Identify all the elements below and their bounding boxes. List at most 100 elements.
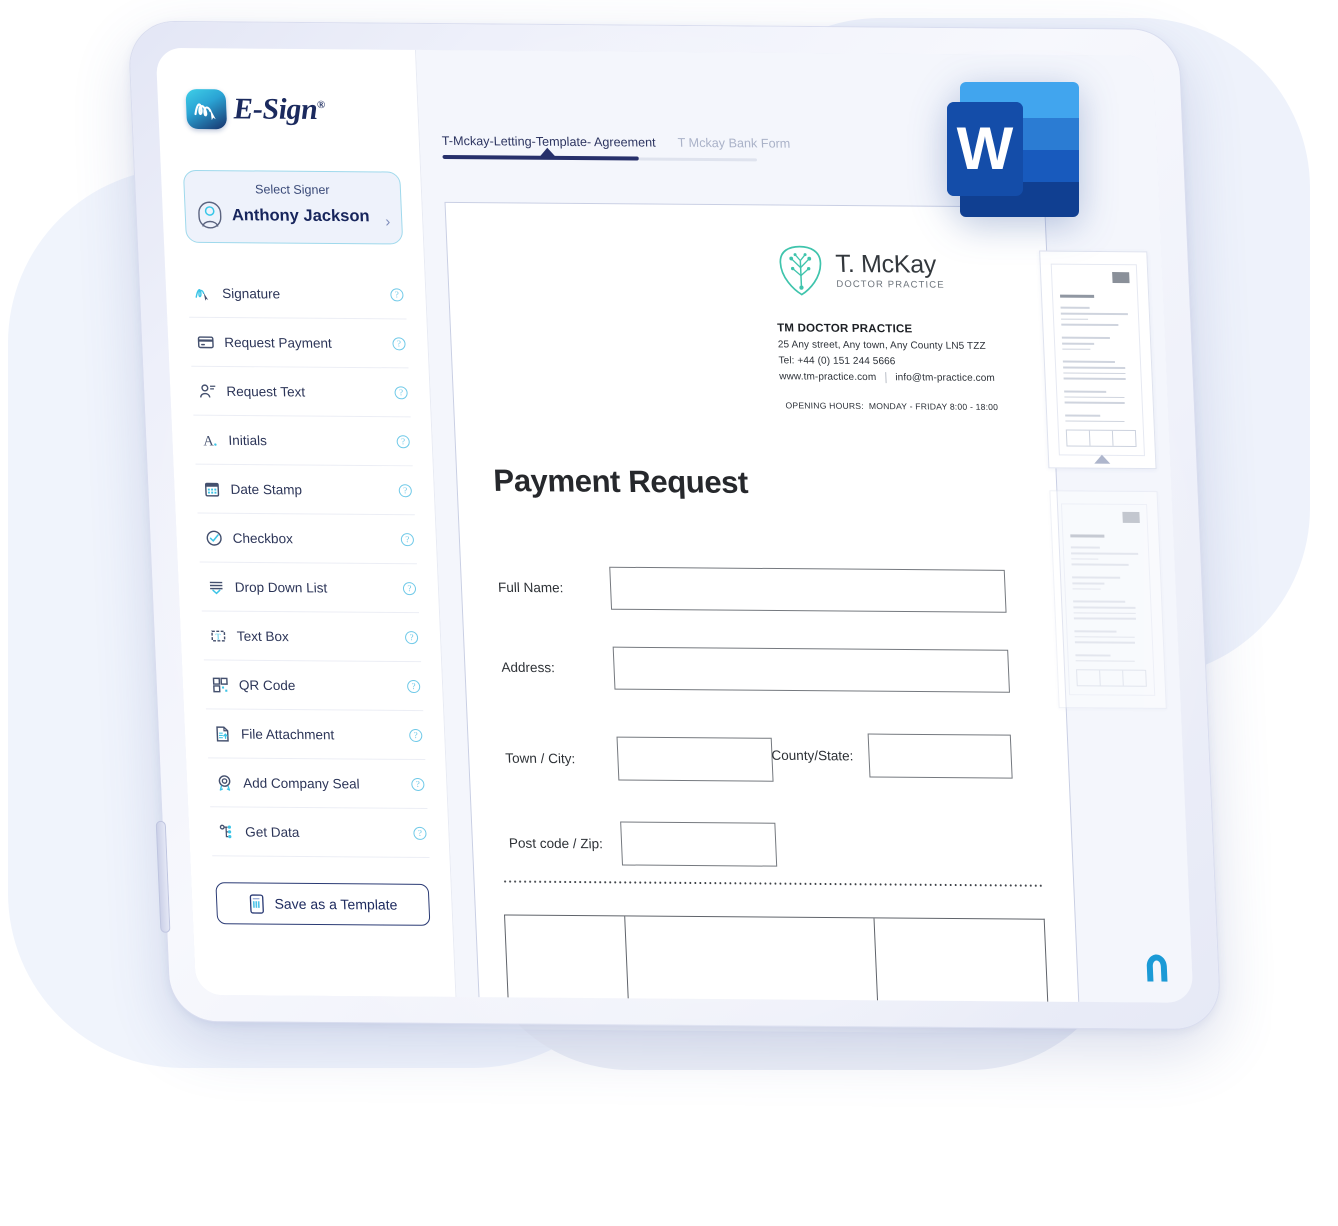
town-city-input[interactable] <box>616 736 774 782</box>
help-icon[interactable]: ? <box>390 287 404 301</box>
tool-item-checkbox[interactable]: Checkbox ? <box>197 513 417 565</box>
tool-label: Initials <box>228 432 268 448</box>
tool-label: Checkbox <box>232 530 294 546</box>
field-label: Full Name: <box>497 579 564 596</box>
file-upload-icon <box>207 724 238 743</box>
tool-item-request-text[interactable]: Request Text ? <box>191 366 411 418</box>
tool-item-date-stamp[interactable]: Date Stamp ? <box>195 464 415 516</box>
help-icon[interactable]: ? <box>396 434 410 448</box>
help-icon[interactable]: ? <box>394 385 408 399</box>
svg-text:T: T <box>215 631 221 641</box>
tool-item-file-attachment[interactable]: File Attachment ? <box>205 709 426 761</box>
help-icon[interactable]: ? <box>408 728 423 742</box>
field-label: Address: <box>501 659 556 676</box>
document-icon <box>249 893 265 914</box>
form-field-address: Address: <box>501 646 1010 693</box>
signer-label: Select Signer <box>254 182 330 197</box>
tool-label: Signature <box>221 285 281 301</box>
tool-item-drop-down-list[interactable]: Drop Down List ? <box>199 562 420 614</box>
tool-label: Drop Down List <box>234 579 328 595</box>
thumbnail-active-caret-icon <box>1093 454 1111 464</box>
letter-a-icon: A <box>194 430 225 449</box>
tool-label: Date Stamp <box>230 481 303 497</box>
page-thumbnail-1[interactable] <box>1039 250 1157 470</box>
tool-item-initials[interactable]: A Initials ? <box>193 415 413 467</box>
tool-list: Signature ? Request Payment ? Request Te… <box>187 268 430 858</box>
calendar-icon <box>196 479 227 498</box>
help-icon[interactable]: ? <box>400 532 415 546</box>
letterhead-telephone: Tel: +44 (0) 151 244 5666 <box>778 355 896 368</box>
signature-icon <box>188 283 219 302</box>
help-icon[interactable]: ? <box>411 777 425 791</box>
text-box-icon: T <box>202 626 233 645</box>
tool-label: File Attachment <box>240 726 335 742</box>
thumbnail-logo <box>1122 511 1140 523</box>
tab-inactive-bar <box>638 156 758 161</box>
tool-item-text-box[interactable]: T Text Box ? <box>201 611 422 663</box>
app-logo-text: E-Sign® <box>232 92 325 126</box>
tool-item-request-payment[interactable]: Request Payment ? <box>189 317 409 369</box>
thumbnail-logo <box>1112 272 1130 284</box>
tool-label: Add Company Seal <box>242 775 360 791</box>
thumbnail-preview <box>1060 503 1156 696</box>
help-icon[interactable]: ? <box>398 483 413 497</box>
check-circle-icon <box>198 528 229 547</box>
microsoft-word-icon[interactable]: W <box>947 82 1079 217</box>
tool-item-signature[interactable]: Signature ? <box>187 268 407 320</box>
letterhead-email: info@tm-practice.com <box>895 372 996 384</box>
person-text-icon <box>192 381 223 400</box>
tool-label: Get Data <box>244 824 300 840</box>
get-data-icon <box>211 822 242 841</box>
tool-item-add-company-seal[interactable]: Add Company Seal ? <box>208 758 428 809</box>
thumbnail-table <box>1076 669 1147 687</box>
app-logo[interactable]: E-Sign® <box>157 82 419 138</box>
tab-indicator-bars <box>442 147 783 162</box>
thumbnail-table <box>1065 429 1137 448</box>
form-field-county-state: County/State: <box>770 733 1013 779</box>
field-label: County/State: <box>771 747 854 763</box>
address-input[interactable] <box>612 646 1010 693</box>
tool-item-qr-code[interactable]: QR Code ? <box>203 660 424 712</box>
qr-code-icon <box>204 675 235 694</box>
tool-item-get-data[interactable]: Get Data ? <box>210 807 430 858</box>
person-icon <box>198 201 222 229</box>
tool-label: Request Payment <box>223 334 333 351</box>
tool-label: Request Text <box>226 383 306 400</box>
help-icon[interactable]: ? <box>392 336 406 350</box>
county-state-input[interactable] <box>867 733 1013 779</box>
letterhead-hours-value: MONDAY - FRIDAY 8:00 - 18:00 <box>868 400 999 412</box>
tab-bank-form[interactable]: T Mckay Bank Form <box>677 136 790 151</box>
letterhead-divider <box>885 372 887 384</box>
help-icon[interactable]: ? <box>413 826 427 840</box>
help-icon[interactable]: ? <box>402 581 417 595</box>
full-name-input[interactable] <box>609 566 1007 613</box>
save-as-template-button[interactable]: Save as a Template <box>215 882 431 926</box>
signer-selector[interactable]: Select Signer Anthony Jackson › <box>182 169 404 245</box>
sidebar: E-Sign® Select Signer Anthony Jackson › <box>155 47 457 997</box>
dotted-divider <box>502 880 1044 887</box>
help-icon[interactable]: ? <box>404 630 419 644</box>
thumbnail-title-line <box>1060 294 1094 299</box>
post-code-zip-input[interactable] <box>620 821 778 867</box>
field-label: Town / City: <box>504 750 576 766</box>
document-page[interactable]: T. McKay DOCTOR PRACTICE TM DOCTOR PRACT… <box>444 201 1081 1003</box>
arch-logo-icon <box>1146 954 1168 982</box>
letterhead-website: www.tm-practice.com <box>779 371 877 384</box>
document-title: Payment Request <box>492 462 749 500</box>
page-thumbnail-2[interactable] <box>1049 490 1167 709</box>
dropdown-icon <box>200 577 231 596</box>
letterhead-hours-label: OPENING HOURS: <box>785 400 865 411</box>
document-tabs: T-Mckay-Letting-Template- Agreement T Mc… <box>442 134 791 162</box>
page-thumbnails <box>1039 250 1168 731</box>
form-field-full-name: Full Name: <box>497 566 1007 613</box>
thumbnail-preview <box>1050 263 1145 457</box>
composition-stage: E-Sign® Select Signer Anthony Jackson › <box>0 0 1338 1226</box>
help-icon[interactable]: ? <box>406 679 421 693</box>
letterhead-address: 25 Any street, Any town, Any County LN5 … <box>777 339 986 352</box>
field-label: Post code / Zip: <box>508 835 604 851</box>
letterhead: T. McKay DOCTOR PRACTICE TM DOCTOR PRACT… <box>774 243 1031 412</box>
form-field-post-code-zip: Post code / Zip: <box>508 821 778 867</box>
tool-label: QR Code <box>238 677 296 693</box>
signer-name: Anthony Jackson <box>231 205 370 225</box>
chevron-right-icon: › <box>384 213 391 231</box>
